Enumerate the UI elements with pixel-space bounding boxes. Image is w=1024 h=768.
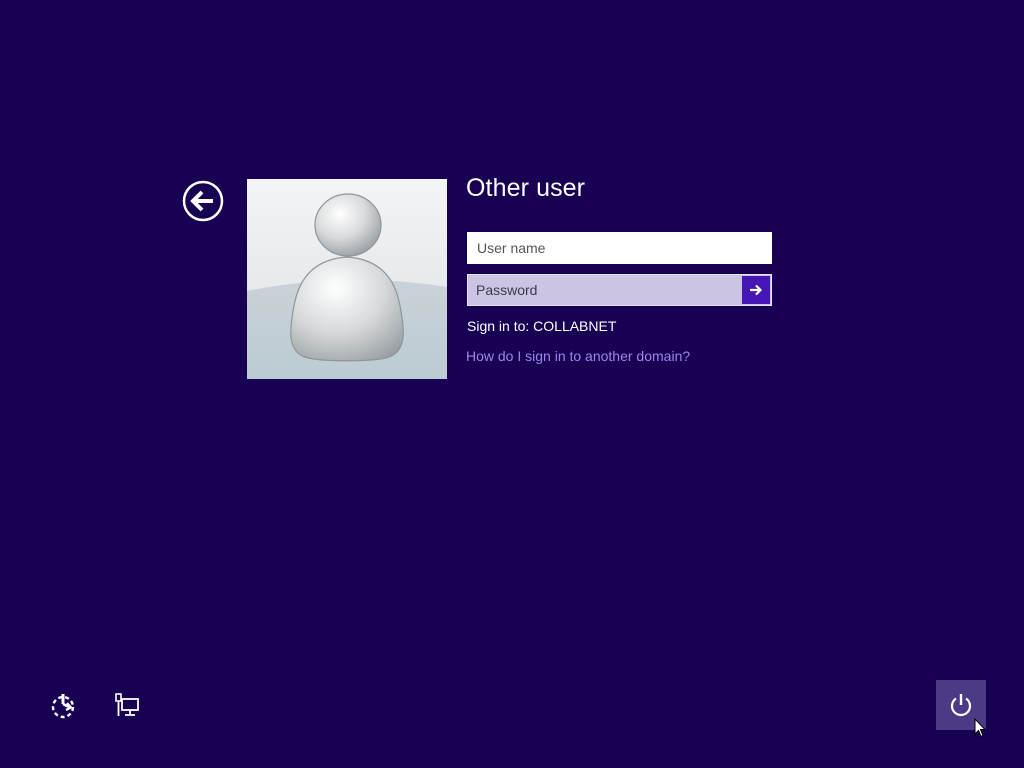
right-arrow-icon — [750, 284, 763, 296]
power-icon — [950, 694, 972, 717]
ease-of-access-button[interactable] — [49, 692, 77, 720]
network-icon — [115, 693, 139, 716]
username-input[interactable] — [467, 232, 772, 264]
password-field-container — [467, 274, 772, 306]
power-button[interactable] — [936, 680, 986, 730]
login-screen: Other user Sign in to: COLLABNET How do … — [0, 0, 1024, 768]
domain-help-link[interactable]: How do I sign in to another domain? — [466, 348, 690, 364]
submit-button[interactable] — [742, 276, 770, 304]
avatar — [247, 179, 447, 379]
password-input[interactable] — [468, 275, 742, 305]
ease-of-access-icon — [51, 694, 75, 719]
default-user-icon — [247, 179, 447, 379]
page-title: Other user — [466, 174, 586, 202]
back-button[interactable] — [182, 180, 224, 222]
network-button[interactable] — [113, 693, 141, 719]
sign-in-domain-label: Sign in to: COLLABNET — [467, 318, 617, 334]
back-arrow-circle-icon — [182, 180, 224, 222]
